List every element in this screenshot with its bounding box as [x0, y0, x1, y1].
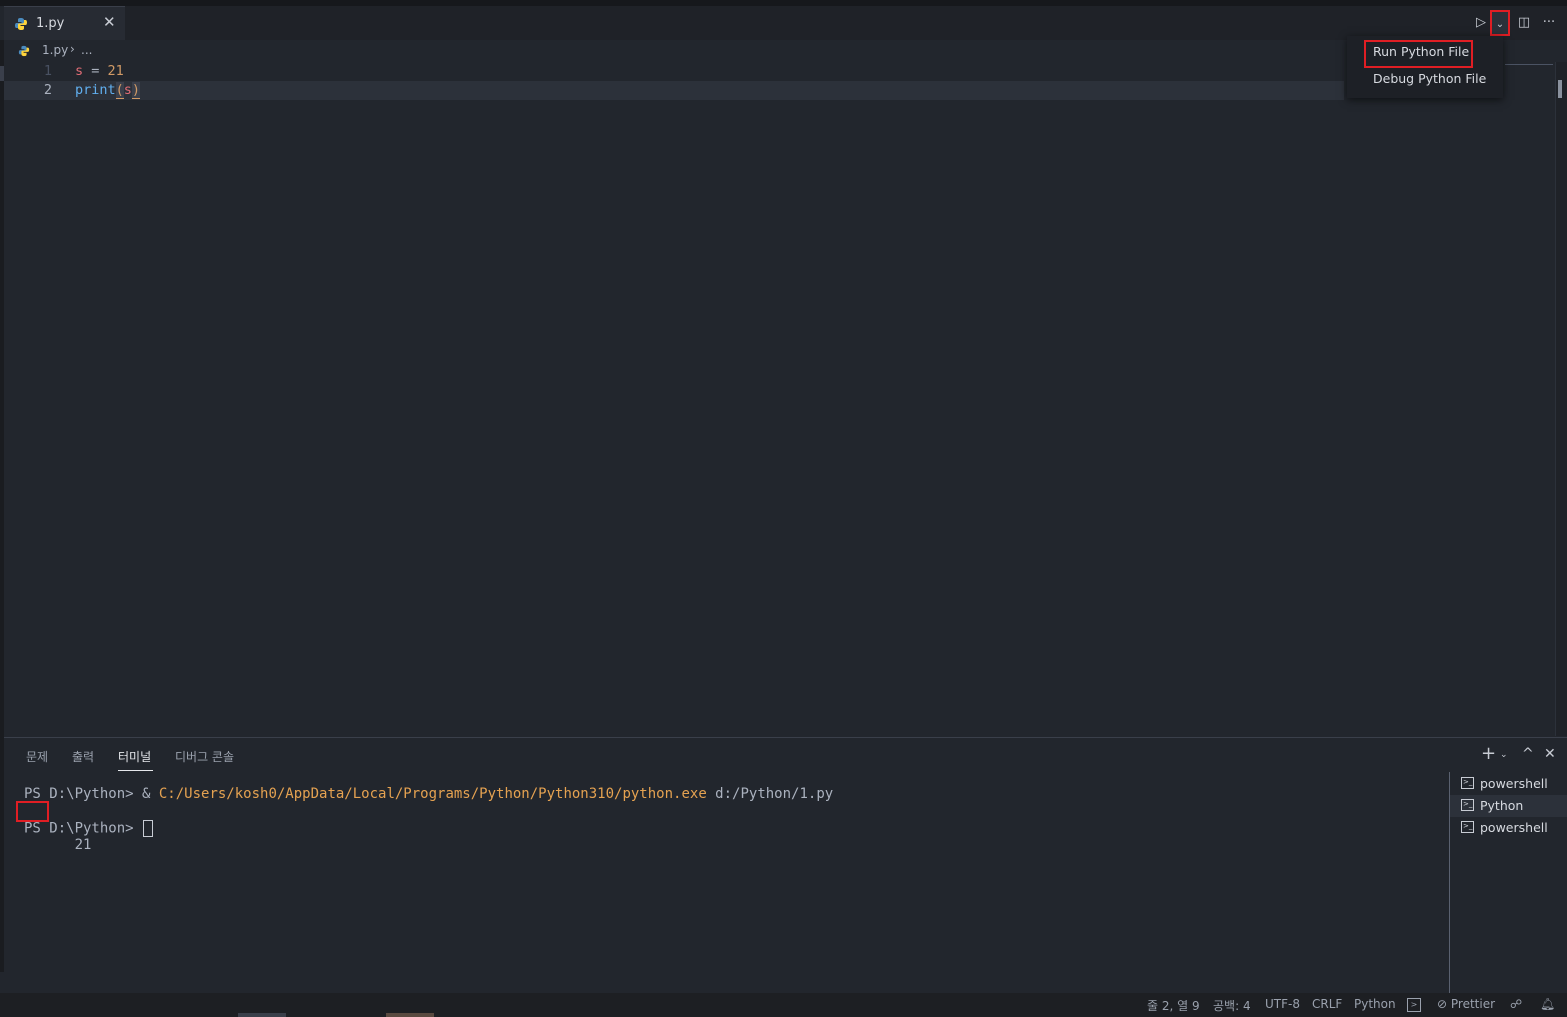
terminal-command-line: PS D:\Python> & C:/Users/kosh0/AppData/L…: [24, 786, 833, 803]
breadcrumb-file[interactable]: 1.py: [42, 43, 68, 57]
tab-1-py[interactable]: 1.py ✕: [4, 6, 125, 40]
terminal-call-operator: &: [142, 786, 159, 802]
bottom-panel: 문제 출력 터미널 디버그 콘솔 + ⌄ ^ ✕ PS D:\Python> &…: [4, 737, 1567, 994]
python-file-icon: [15, 18, 27, 30]
status-end-of-line[interactable]: CRLF: [1312, 997, 1342, 1011]
terminal-argument: d:/Python/1.py: [706, 786, 834, 802]
terminal-icon: >_: [1461, 777, 1474, 789]
terminal-list: >_ powershell >_ Python >_ powershell: [1449, 772, 1567, 994]
python-interpreter-icon[interactable]: >: [1407, 998, 1421, 1012]
terminal-output-line: 21: [16, 801, 91, 853]
status-bar: 줄 2, 열 9 공백: 4 UTF-8 CRLF Python > ⊘ Pre…: [0, 993, 1567, 1017]
editor-scrollbar[interactable]: [1555, 62, 1567, 736]
line-number: 1: [43, 63, 52, 79]
code-token-paren: ): [131, 82, 141, 99]
terminal-exe-path: C:/Users/kosh0/AppData/Local/Programs/Py…: [158, 786, 707, 802]
new-terminal-plus-icon[interactable]: +: [1481, 743, 1496, 764]
status-indentation[interactable]: 공백: 4: [1213, 997, 1251, 1014]
code-token-number: 21: [107, 63, 124, 79]
breadcrumb-separator-icon: ›: [70, 42, 75, 56]
terminal-dropdown-chevron-icon[interactable]: ⌄: [1500, 750, 1508, 760]
terminal-icon: >_: [1461, 821, 1474, 833]
terminal-item-powershell[interactable]: >_ powershell: [1450, 817, 1567, 839]
code-token-function: print: [75, 82, 116, 98]
status-prettier[interactable]: ⊘ Prettier: [1437, 997, 1495, 1011]
code-token-variable: s: [75, 63, 84, 79]
code-token-operator: =: [83, 63, 108, 79]
terminal-cursor: [143, 820, 154, 837]
taskbar-indicator: [238, 1013, 286, 1017]
code-editor[interactable]: 1 s = 21 2 print(s): [4, 62, 1555, 736]
code-token-paren: (: [115, 82, 124, 99]
status-line-column[interactable]: 줄 2, 열 9: [1147, 997, 1200, 1014]
python-file-icon: [18, 45, 30, 57]
tab-terminal[interactable]: 터미널: [118, 748, 151, 765]
terminal-item-label: powershell: [1480, 776, 1548, 791]
taskbar-indicator: [386, 1013, 434, 1017]
highlight-box: [16, 801, 49, 822]
terminal-prompt-line: PS D:\Python>: [24, 820, 154, 837]
menu-item-run-python-file[interactable]: Run Python File: [1347, 40, 1503, 68]
active-tab-underline: [118, 770, 153, 771]
run-dropdown-menu: Run Python File Debug Python File: [1347, 36, 1503, 98]
line-number: 2: [43, 82, 52, 98]
terminal-item-python[interactable]: >_ Python: [1450, 795, 1567, 817]
run-dropdown-chevron-icon[interactable]: ⌄: [1490, 10, 1510, 36]
code-line[interactable]: 1 s = 21: [4, 62, 1344, 81]
menu-item-label: Run Python File: [1373, 44, 1470, 59]
terminal-prompt: PS D:\Python>: [24, 786, 143, 802]
minimap: [1505, 64, 1553, 65]
tab-close-icon[interactable]: ✕: [103, 13, 116, 31]
notifications-bell-icon[interactable]: 🔔︎: [1540, 997, 1555, 1011]
status-language-mode[interactable]: Python: [1354, 997, 1396, 1011]
breadcrumb-symbols[interactable]: ...: [81, 43, 92, 57]
scrollbar-thumb[interactable]: [1558, 80, 1562, 98]
program-output: 21: [74, 837, 92, 853]
editor-tab-bar: 1.py ✕ ▷ ⌄ ◫ ···: [4, 6, 1567, 40]
feedback-icon[interactable]: ☍: [1510, 997, 1522, 1011]
tab-label: 1.py: [36, 16, 65, 31]
split-editor-icon[interactable]: ◫: [1514, 12, 1534, 34]
menu-item-debug-python-file[interactable]: Debug Python File: [1347, 67, 1503, 91]
terminal-item-label: powershell: [1480, 820, 1548, 835]
terminal-item-powershell[interactable]: >_ powershell: [1450, 773, 1567, 795]
code-line-current[interactable]: 2 print(s): [4, 81, 1344, 100]
code-token-variable: s: [123, 82, 132, 98]
tab-output[interactable]: 출력: [72, 748, 94, 765]
terminal-icon: >_: [1461, 799, 1474, 811]
tab-debug-console[interactable]: 디버그 콘솔: [175, 748, 234, 765]
more-actions-icon[interactable]: ···: [1538, 12, 1560, 34]
menu-item-label: Debug Python File: [1373, 71, 1487, 86]
close-panel-icon[interactable]: ✕: [1544, 746, 1556, 762]
tab-problems[interactable]: 문제: [26, 748, 48, 765]
terminal-prompt: PS D:\Python>: [24, 820, 143, 837]
status-encoding[interactable]: UTF-8: [1265, 997, 1300, 1011]
run-python-icon[interactable]: ▷: [1472, 12, 1490, 34]
maximize-panel-icon[interactable]: ^: [1522, 746, 1534, 762]
terminal-item-label: Python: [1480, 798, 1524, 813]
